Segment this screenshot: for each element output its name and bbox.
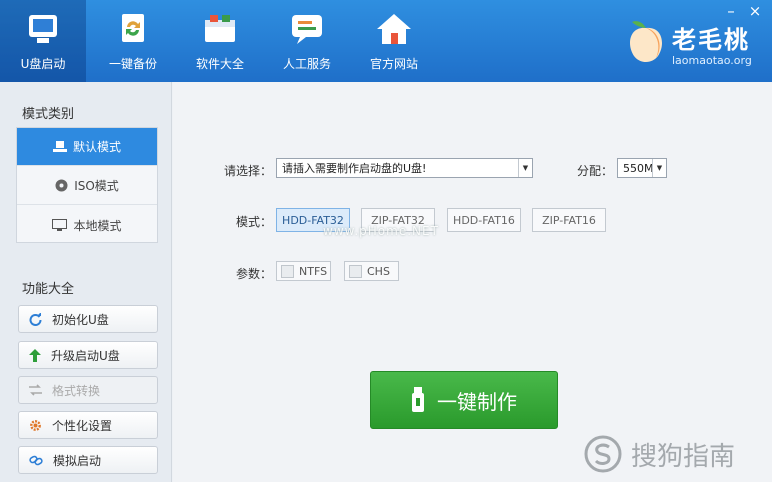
select-label: 请选择： xyxy=(224,164,273,178)
init-usb-button[interactable]: 初始化U盘 xyxy=(18,305,158,333)
func-label: 模拟启动 xyxy=(53,453,102,468)
param-ntfs-checkbox[interactable]: NTFS xyxy=(276,261,331,281)
mode-item-label: 默认模式 xyxy=(72,140,121,154)
sogou-logo-icon xyxy=(584,435,622,473)
nav-backup[interactable]: 一键备份 xyxy=(90,0,176,82)
make-button-label: 一键制作 xyxy=(437,389,517,414)
usb-drive-select-value: 请插入需要制作启动盘的U盘! xyxy=(282,162,427,175)
sidebar: 模式类别 默认模式 ISO模式 本地模式 功能大全 初始化U盘 升级启动U盘 格… xyxy=(0,82,172,482)
func-label: 初始化U盘 xyxy=(52,312,109,327)
one-click-make-button[interactable]: 一键制作 xyxy=(370,371,558,429)
param-chs-checkbox[interactable]: CHS xyxy=(344,261,399,281)
mode-item-label: ISO模式 xyxy=(74,179,119,193)
mode-hdd-fat16[interactable]: HDD-FAT16 xyxy=(447,208,521,232)
partition-select-value: 550M xyxy=(623,161,654,175)
logo-url: laomaotao.org xyxy=(672,54,752,67)
up-arrow-icon xyxy=(29,348,41,362)
software-box-icon xyxy=(205,15,235,42)
mode-label: 模式： xyxy=(236,215,273,229)
convert-icon xyxy=(29,384,42,396)
mode-zip-fat16[interactable]: ZIP-FAT16 xyxy=(532,208,606,232)
nav-software[interactable]: 软件大全 xyxy=(177,0,263,82)
simulate-boot-button[interactable]: 模拟启动 xyxy=(18,446,158,474)
main-panel: 请选择： 请插入需要制作启动盘的U盘! ▼ 分配： 550M ▼ 模式： HDD… xyxy=(173,82,772,482)
param-ntfs-label: NTFS xyxy=(299,264,328,278)
param-label: 参数： xyxy=(236,267,273,281)
chevron-down-icon: ▼ xyxy=(518,159,532,177)
partition-select[interactable]: 550M ▼ xyxy=(617,158,667,178)
chat-service-icon xyxy=(292,15,322,44)
upgrade-usb-button[interactable]: 升级启动U盘 xyxy=(18,341,158,369)
top-toolbar: U盘启动 一键备份 软件大全 人工服务 官方网站 – × 老毛桃 laomaot… xyxy=(0,0,772,82)
mode-item-iso[interactable]: ISO模式 xyxy=(17,167,157,205)
checkbox-box xyxy=(349,264,362,278)
disc-icon xyxy=(55,179,68,192)
nav-label: 官方网站 xyxy=(369,57,418,71)
nav-website[interactable]: 官方网站 xyxy=(351,0,437,82)
mode-item-label: 本地模式 xyxy=(73,218,122,233)
nav-usb-boot[interactable]: U盘启动 xyxy=(0,0,86,82)
functions-title: 功能大全 xyxy=(22,282,75,297)
gear-icon xyxy=(30,419,41,431)
usb-drive-icon xyxy=(29,15,57,43)
param-chs-label: CHS xyxy=(367,264,390,278)
backup-refresh-icon xyxy=(122,14,144,42)
nav-service[interactable]: 人工服务 xyxy=(264,0,350,82)
sogou-watermark-text: 搜狗指南 xyxy=(631,441,736,472)
sogou-watermark: 搜狗指南 xyxy=(583,432,763,476)
nav-label: 一键备份 xyxy=(108,57,157,71)
func-label: 个性化设置 xyxy=(52,418,113,433)
app-logo: 老毛桃 laomaotao.org xyxy=(620,18,770,70)
nav-label: 人工服务 xyxy=(282,57,331,71)
logo-name: 老毛桃 xyxy=(672,26,750,54)
watermark-text: www.pHome.NET xyxy=(323,224,439,238)
mode-list: 默认模式 ISO模式 本地模式 xyxy=(16,127,158,243)
peach-logo-icon xyxy=(630,21,662,62)
home-icon xyxy=(377,14,411,44)
mode-item-local[interactable]: 本地模式 xyxy=(17,206,157,244)
mode-category-title: 模式类别 xyxy=(22,107,75,122)
nav-label: U盘启动 xyxy=(20,57,66,71)
chevron-down-icon: ▼ xyxy=(652,159,666,177)
func-label: 升级启动U盘 xyxy=(51,348,120,363)
monitor-icon xyxy=(52,218,68,231)
link-icon xyxy=(29,455,43,465)
nav-label: 软件大全 xyxy=(195,57,244,71)
format-convert-button[interactable]: 格式转换 xyxy=(18,376,158,404)
checkbox-box xyxy=(281,264,294,278)
personalize-button[interactable]: 个性化设置 xyxy=(18,411,158,439)
usb-stick-icon xyxy=(412,387,424,412)
refresh-icon xyxy=(29,312,42,326)
usb-mode-icon xyxy=(52,140,67,152)
usb-drive-select[interactable]: 请插入需要制作启动盘的U盘! ▼ xyxy=(276,158,533,178)
func-label: 格式转换 xyxy=(52,383,101,398)
partition-label: 分配： xyxy=(577,164,614,178)
mode-item-default[interactable]: 默认模式 xyxy=(17,128,157,166)
